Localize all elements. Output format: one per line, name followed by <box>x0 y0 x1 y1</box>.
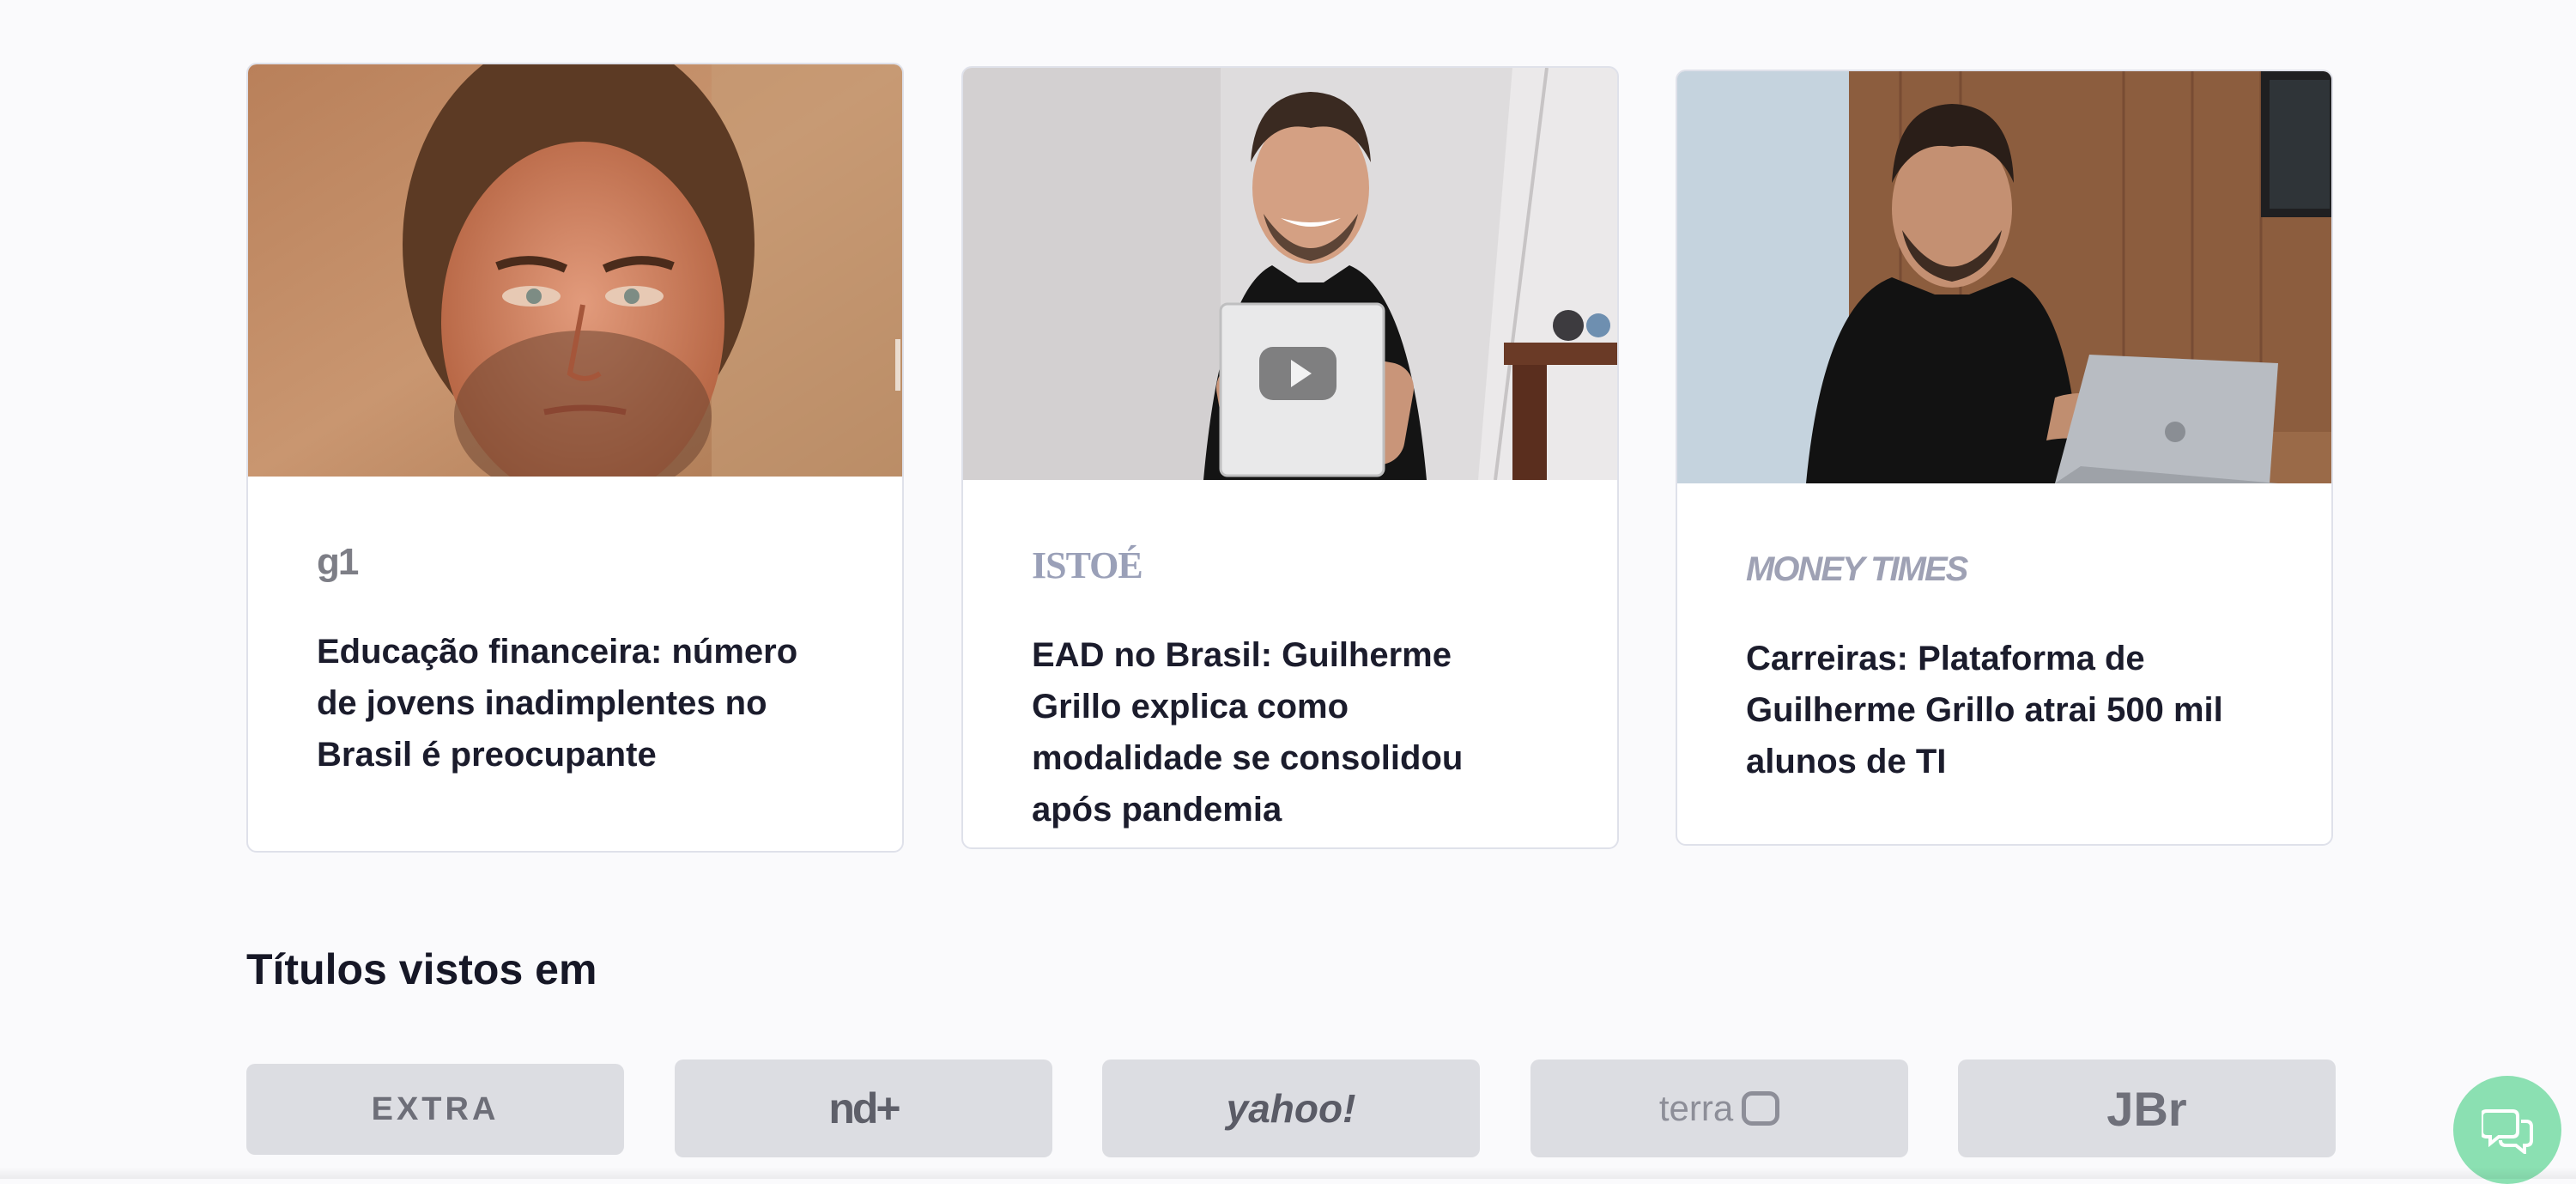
source-logo-istoe: ISTOÉ <box>1032 544 1143 586</box>
logo-text: JBr <box>2106 1081 2187 1136</box>
news-card-1[interactable]: g1 Educação financeira: número de jovens… <box>246 63 904 853</box>
logo-yahoo[interactable]: yahoo! <box>1102 1060 1480 1157</box>
source-logo-moneytimes: MONEY TIMES <box>1746 550 1968 588</box>
article-photo <box>1677 71 2331 483</box>
article-headline[interactable]: Educação financeira: número de jovens in… <box>317 626 833 780</box>
logo-jbr[interactable]: JBr <box>1958 1060 2336 1157</box>
news-card-2[interactable]: ISTOÉ EAD no Brasil: Guilherme Grillo ex… <box>961 66 1619 849</box>
article-photo <box>963 68 1617 480</box>
chat-bubbles-icon <box>2482 1109 2533 1154</box>
article-headline[interactable]: Carreiras: Plataforma de Guilherme Grill… <box>1746 633 2263 787</box>
logo-text: yahoo! <box>1226 1086 1356 1131</box>
logo-terra[interactable]: terra <box>1530 1060 1908 1157</box>
article-photo <box>248 64 902 477</box>
article-headline[interactable]: EAD no Brasil: Guilherme Grillo explica … <box>1032 629 1549 835</box>
bottom-shadow <box>0 1167 2576 1179</box>
source-logo-g1: g1 <box>317 541 359 583</box>
terra-icon <box>1742 1091 1780 1126</box>
logo-text: EXTRA <box>371 1090 500 1127</box>
logo-text: nd+ <box>828 1084 900 1132</box>
logo-ndplus[interactable]: nd+ <box>675 1060 1052 1157</box>
seen-in-title: Títulos vistos em <box>246 945 597 993</box>
logo-text: terra <box>1658 1088 1734 1128</box>
news-card-3[interactable]: MONEY TIMES Carreiras: Plataforma de Gui… <box>1676 70 2333 846</box>
logo-extra[interactable]: EXTRA <box>246 1064 624 1155</box>
